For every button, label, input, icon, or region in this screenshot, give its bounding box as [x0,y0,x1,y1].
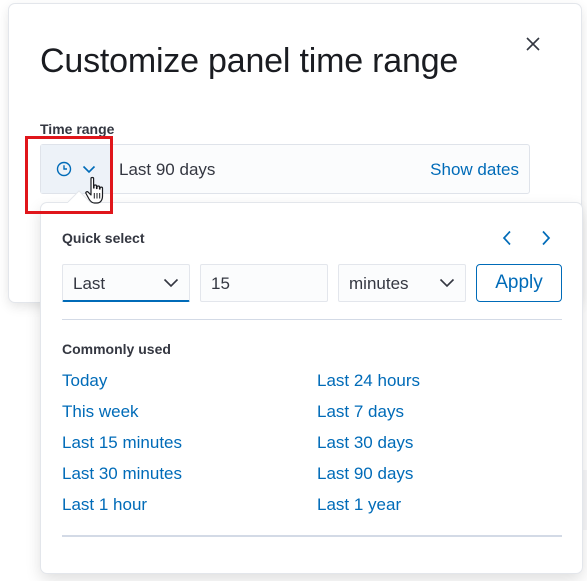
modal-title: Customize panel time range [40,42,459,80]
close-button[interactable] [521,32,545,56]
apply-button[interactable]: Apply [476,264,562,302]
close-icon [526,37,540,51]
hand-pointer-cursor [85,176,104,204]
chevron-down-icon [439,278,455,288]
time-range-label: Time range [40,121,115,137]
chevron-down-icon [163,278,179,288]
commonly-used-title: Commonly used [62,341,171,357]
time-range-picker: Last 90 days Show dates [40,144,530,194]
chevron-right-icon [542,230,551,246]
commonly-used-link[interactable]: Last 90 days [317,464,413,484]
quick-select-amount-input[interactable]: 15 [200,264,328,302]
time-range-display[interactable]: Last 90 days [119,160,215,180]
chevron-left-icon [502,230,511,246]
commonly-used-link[interactable]: This week [62,402,139,422]
commonly-used-link[interactable]: Last 30 days [317,433,413,453]
amount-value: 15 [211,274,230,293]
quick-select-unit-select[interactable]: minutes [338,264,466,302]
bottom-divider [62,535,562,537]
unit-value: minutes [349,274,409,293]
quick-select-popover: Quick select Last 15 minutes Apply Commo… [41,191,582,573]
section-divider [62,319,562,320]
commonly-used-link[interactable]: Last 15 minutes [62,433,182,453]
commonly-used-link[interactable]: Today [62,371,107,391]
quick-select-title: Quick select [62,230,145,246]
commonly-used-link[interactable]: Last 7 days [317,402,404,422]
show-dates-link[interactable]: Show dates [430,160,519,180]
commonly-used-link[interactable]: Last 30 minutes [62,464,182,484]
direction-value: Last [73,274,106,293]
next-period-button[interactable] [536,227,556,249]
commonly-used-link[interactable]: Last 24 hours [317,371,420,391]
quick-select-direction-select[interactable]: Last [62,264,190,302]
commonly-used-link[interactable]: Last 1 hour [62,495,147,515]
commonly-used-link[interactable]: Last 1 year [317,495,401,515]
previous-period-button[interactable] [497,227,517,249]
